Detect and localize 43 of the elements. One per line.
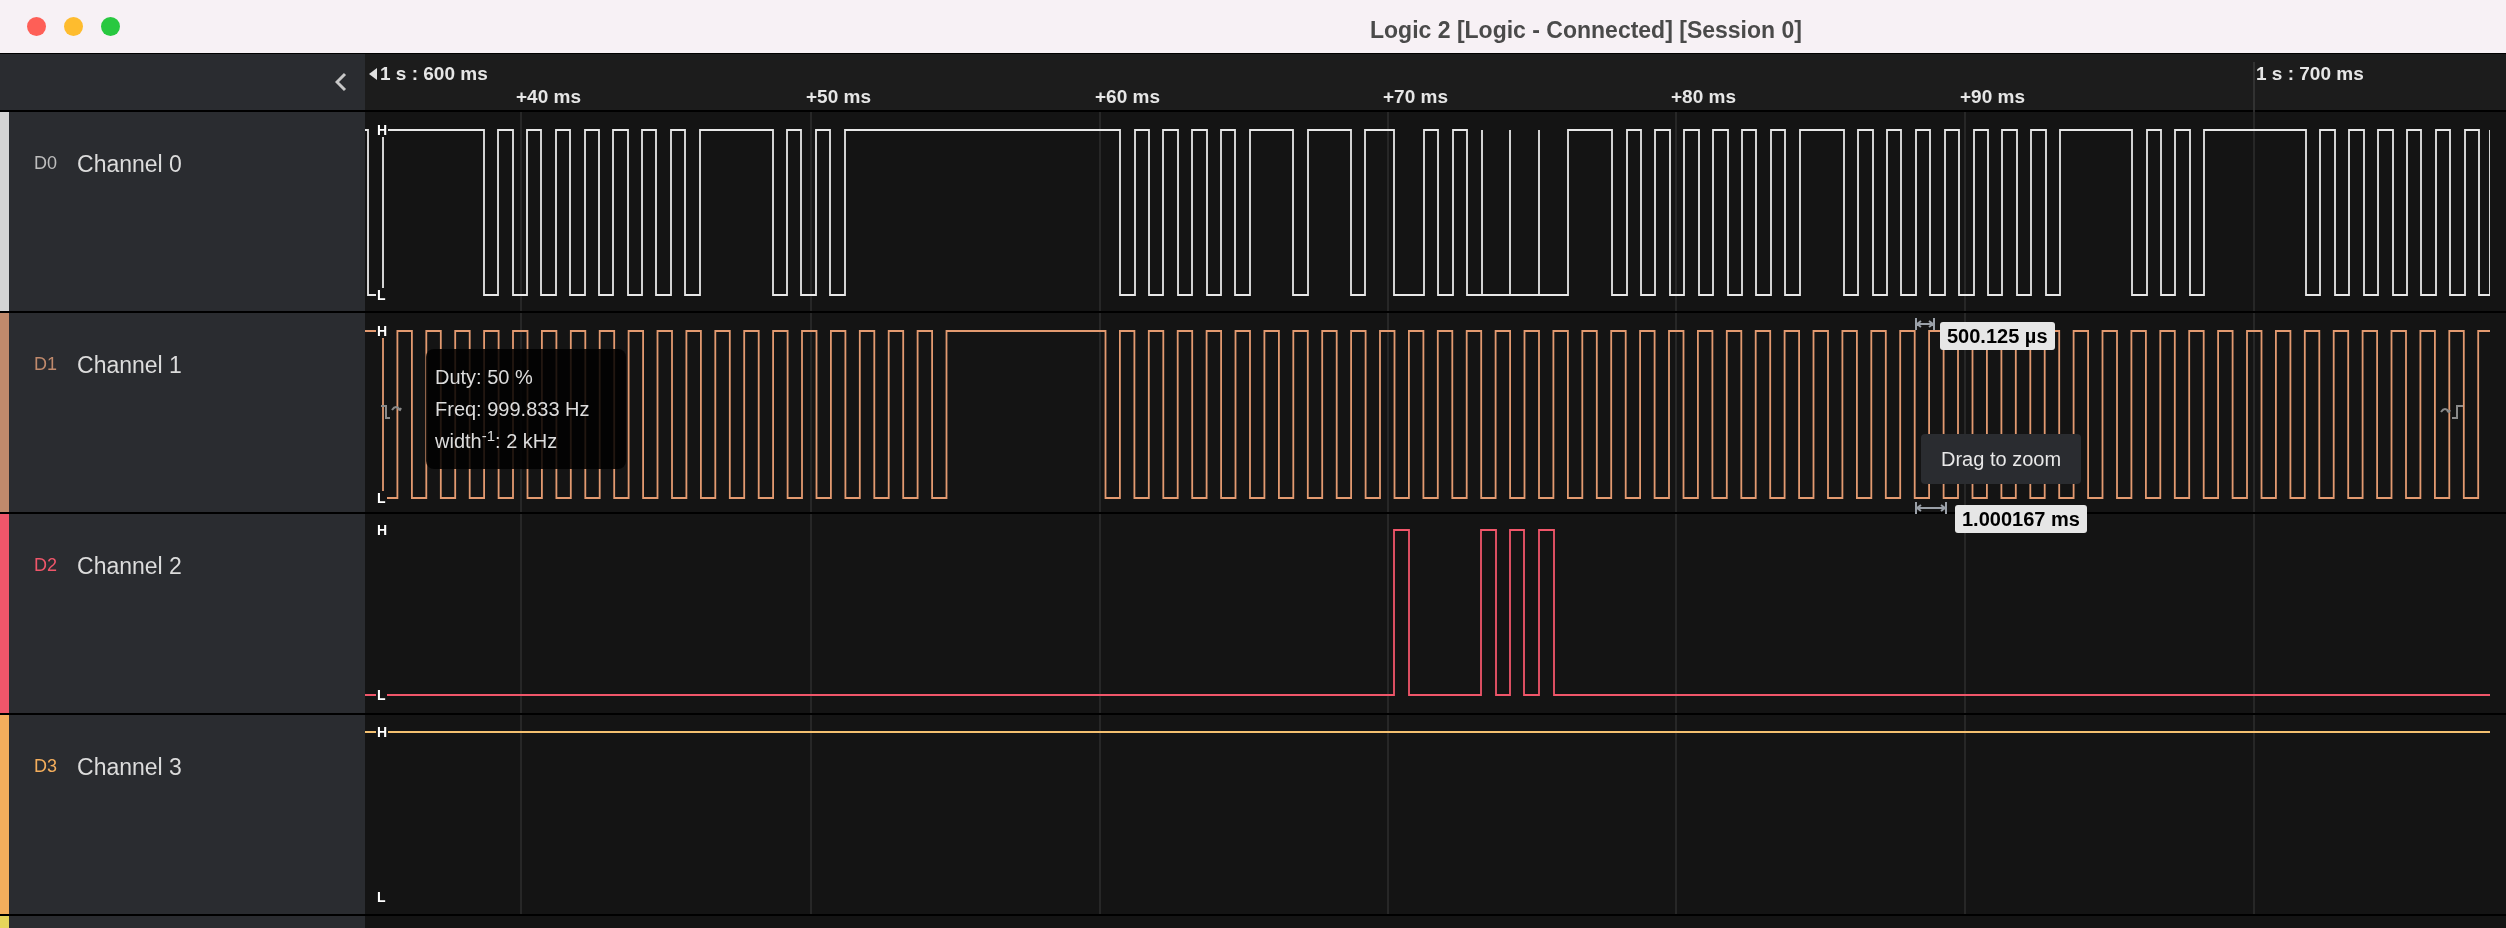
measurement-label: 500.125 µs (1940, 322, 2055, 350)
tick-label: +90 ms (1960, 85, 2025, 109)
channel-name: Channel 0 (77, 150, 182, 179)
channel-color-strip (0, 916, 9, 928)
tick-label: +60 ms (1095, 85, 1160, 109)
low-marker: L (376, 890, 387, 904)
time-label: 1 s : 600 ms (380, 62, 488, 86)
high-marker: H (376, 324, 389, 338)
low-marker: L (376, 288, 387, 302)
pulse-icon[interactable] (380, 403, 402, 421)
tooltip-text: Duty: 50 % (435, 365, 534, 389)
window-title: Logic 2 [Logic - Connected] [Session 0] (1370, 16, 1802, 45)
measurement-label: 1.000167 ms (1955, 505, 2087, 533)
high-marker: H (376, 725, 389, 739)
channel-id: D0 (34, 152, 57, 175)
low-marker: L (376, 491, 387, 505)
time-label: 1 s : 700 ms (2256, 62, 2364, 86)
low-marker: L (376, 688, 387, 702)
marker-icon (369, 68, 377, 81)
high-marker: H (376, 523, 389, 537)
channel-id: D2 (34, 554, 57, 577)
channel-header[interactable]: D0 Channel 0 (0, 112, 365, 311)
zoom-hint: Drag to zoom (1921, 434, 2082, 484)
tick-label: +80 ms (1671, 85, 1736, 109)
channel-name: Channel 2 (77, 552, 182, 581)
channel-id: D1 (34, 353, 57, 376)
pulse-icon[interactable] (2440, 403, 2464, 421)
collapse-icon[interactable] (335, 72, 347, 92)
close-icon[interactable] (27, 17, 46, 36)
tooltip-text: width$^{-1}$: 2 kHz (435, 429, 559, 453)
channel-header[interactable]: D3 Channel 3 (0, 715, 365, 914)
tooltip-text: Freq: 999.833 Hz (435, 397, 591, 421)
measure-bracket-icon (1915, 318, 1935, 330)
tick-label: +70 ms (1383, 85, 1448, 109)
channel-header[interactable]: D2 Channel 2 (0, 514, 365, 713)
channel-header[interactable]: D1 Channel 1 (0, 313, 365, 512)
channel-name: Channel 1 (77, 351, 182, 380)
channel-id: D3 (34, 755, 57, 778)
tick-label: +40 ms (516, 85, 581, 109)
measure-bracket-icon (1915, 502, 1947, 514)
channel-name: Channel 3 (77, 753, 182, 782)
high-marker: H (376, 123, 389, 137)
tick-label: +50 ms (806, 85, 871, 109)
